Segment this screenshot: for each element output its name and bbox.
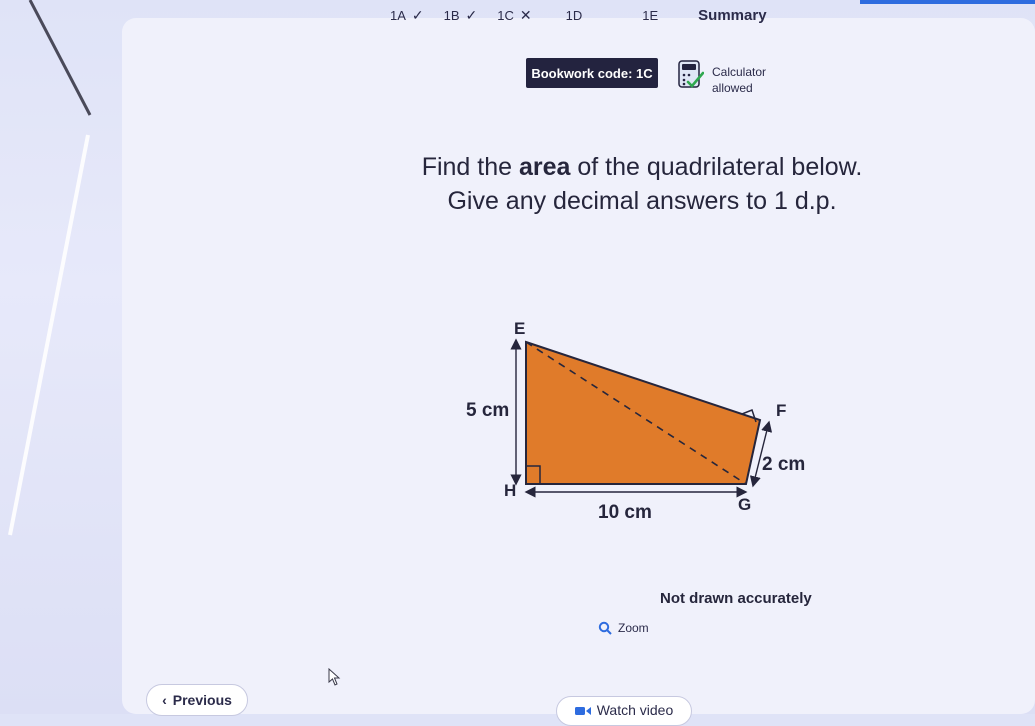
vertex-g: G	[738, 495, 751, 514]
tab-label: 1B	[443, 7, 460, 23]
bookwork-code-badge: Bookwork code: 1C	[526, 58, 658, 88]
video-camera-icon	[574, 707, 591, 715]
check-icon: ✓	[465, 6, 478, 23]
calculator-label-line1: Calculator	[712, 65, 767, 79]
calculator-allowed-label: Calculator allowed	[712, 64, 766, 96]
question-line1-start: Find the	[421, 153, 519, 181]
quadrilateral-shape	[525, 340, 762, 485]
not-drawn-accurately-note: Not drawn accurately	[660, 590, 812, 607]
question-keyword: area	[518, 153, 571, 181]
vertex-h: H	[504, 481, 516, 500]
chevron-left-icon: ‹	[162, 692, 167, 708]
mouse-cursor-icon	[328, 668, 341, 686]
top-accent-line	[860, 0, 1035, 4]
question-text: Find the area of the quadrilateral below…	[362, 150, 922, 218]
tab-label: 1E	[642, 7, 659, 23]
tab-1e[interactable]: 1E	[632, 2, 668, 28]
label-hg: 10 cm	[598, 502, 652, 523]
question-line1: Find the area of the quadrilateral below…	[362, 150, 922, 184]
calculator-check-icon	[678, 60, 704, 88]
tab-summary[interactable]: Summary	[688, 2, 776, 28]
watch-video-label: Watch video	[596, 702, 674, 718]
question-line2: Give any decimal answers to 1 d.p.	[447, 187, 837, 215]
tab-1c[interactable]: 1C ✕	[487, 2, 541, 28]
magnifier-icon	[598, 621, 612, 635]
calculator-label-line2: allowed	[712, 81, 753, 95]
tab-label: 1A	[390, 7, 406, 23]
tab-label: 1C	[497, 7, 514, 23]
previous-button[interactable]: ‹ Previous	[146, 684, 248, 716]
tab-label: 1D	[565, 7, 583, 23]
zoom-label: Zoom	[618, 621, 649, 635]
previous-label: Previous	[172, 692, 232, 708]
tab-1d[interactable]: 1D	[556, 2, 593, 28]
vertex-e: E	[514, 319, 525, 338]
check-icon: ✓	[411, 6, 424, 23]
label-fg: 2 cm	[762, 454, 805, 475]
label-eh: 5 cm	[466, 400, 509, 421]
vertex-f: F	[776, 401, 786, 420]
zoom-button[interactable]: Zoom	[598, 621, 649, 635]
question-tabs: 1A ✓ 1B ✓ 1C ✕ 1D 1E Summary	[380, 0, 777, 30]
cross-icon: ✕	[519, 6, 532, 23]
tab-1a[interactable]: 1A ✓	[380, 2, 434, 28]
watch-video-button[interactable]: Watch video	[556, 696, 692, 726]
quadrilateral-diagram: E F G H 5 cm 10 cm 2 cm	[466, 319, 805, 523]
question-line1-end: of the quadrilateral below.	[570, 153, 863, 181]
tab-label: Summary	[698, 6, 767, 24]
tab-1b[interactable]: 1B ✓	[434, 2, 488, 28]
